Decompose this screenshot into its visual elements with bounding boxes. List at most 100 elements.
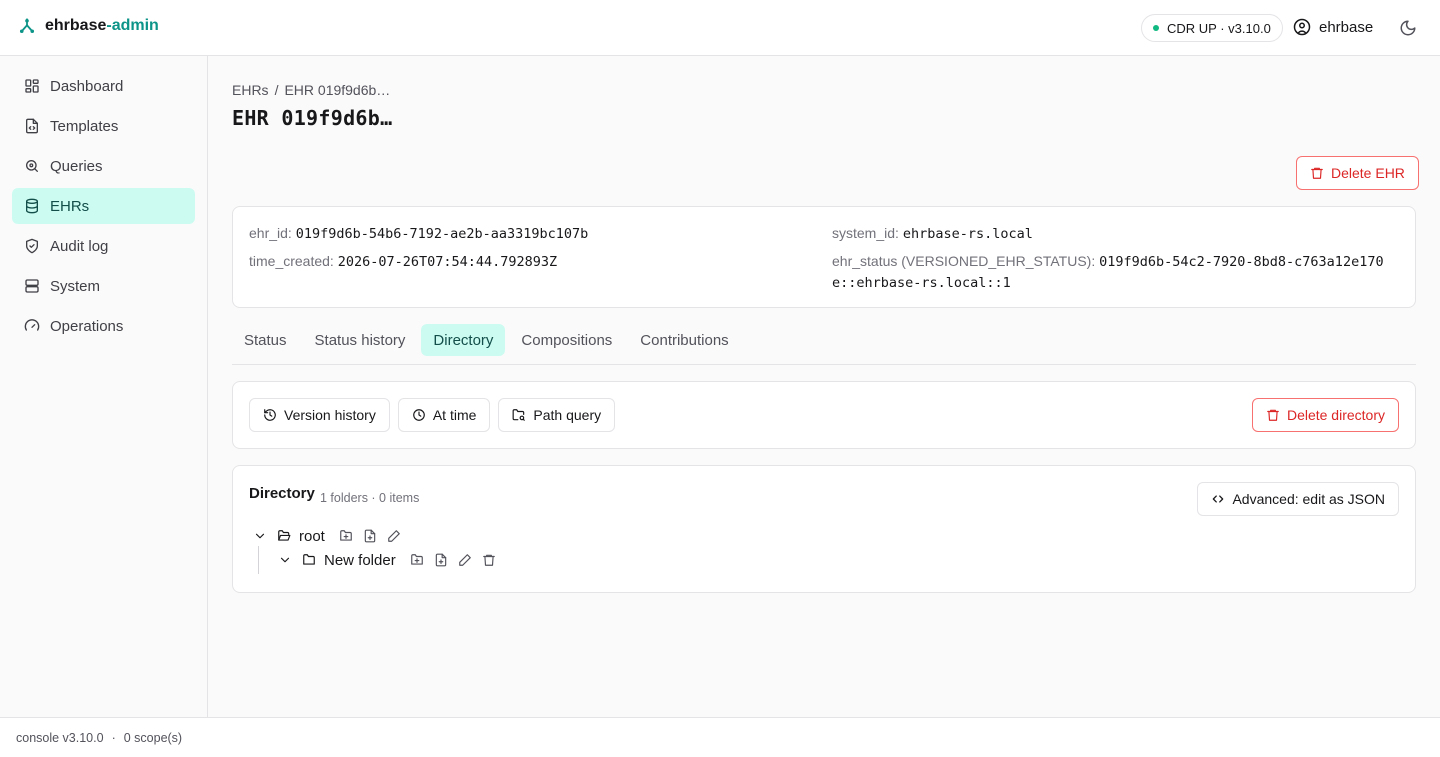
trash-icon <box>1311 167 1323 179</box>
sidebar-item-label: EHRs <box>50 197 90 215</box>
tab-contributions[interactable]: Contributions <box>628 324 740 356</box>
shield-check-icon <box>26 238 38 254</box>
footer-separator: · <box>111 730 116 745</box>
search-icon <box>26 160 38 172</box>
delete-ehr-label: Delete EHR <box>1331 165 1405 181</box>
tree-folder-label[interactable]: New folder <box>324 552 396 569</box>
database-icon <box>26 198 38 214</box>
breadcrumb-current: EHR 019f9d6b… <box>284 82 391 98</box>
ehr-id-row: ehr_id: 019f9d6b-54b6-7192-ae2b-aa3319bc… <box>249 223 588 244</box>
tree-guide-line <box>258 546 259 574</box>
at-time-label: At time <box>432 407 477 423</box>
user-menu[interactable]: ehrbase <box>1293 18 1373 36</box>
time-created-label: time_created: <box>249 253 334 269</box>
sidebar-item-dashboard[interactable]: Dashboard <box>12 68 195 104</box>
scope-count: 0 scope(s) <box>123 730 183 745</box>
sidebar-item-label: Operations <box>50 317 124 335</box>
user-name: ehrbase <box>1319 18 1374 36</box>
chevron-down-icon[interactable] <box>251 527 269 545</box>
ehr-tabs: Status Status history Directory Composit… <box>232 324 1416 365</box>
tree-folder-row: New folder <box>276 551 498 569</box>
console-version: console v3.10.0 <box>16 730 104 745</box>
clock-icon <box>412 409 425 421</box>
file-code-icon <box>26 118 38 134</box>
sidebar-item-label: Dashboard <box>50 77 124 95</box>
sidebar-item-label: Queries <box>50 157 103 175</box>
sidebar-item-ehrs[interactable]: EHRs <box>12 188 195 224</box>
version-history-label: Version history <box>284 407 376 423</box>
pencil-icon[interactable] <box>385 527 403 545</box>
time-created-value: 2026-07-26T07:54:44.792893Z <box>337 254 558 270</box>
brand-logo[interactable]: ehrbase-admin <box>18 17 159 35</box>
file-plus-icon[interactable] <box>432 551 450 569</box>
page-title: EHR 019f9d6b… <box>232 106 393 130</box>
file-plus-icon[interactable] <box>361 527 379 545</box>
folder-plus-icon[interactable] <box>337 527 355 545</box>
main-content: EHRs / EHR 019f9d6b… EHR 019f9d6b… Delet… <box>208 56 1440 717</box>
ehr-status-label: ehr_status (VERSIONED_EHR_STATUS): <box>832 253 1096 269</box>
breadcrumb-separator: / <box>274 82 279 98</box>
folder-plus-icon[interactable] <box>408 551 426 569</box>
directory-actions-card: Version history At time Path query Delet… <box>232 381 1416 449</box>
sidebar-item-system[interactable]: System <box>12 268 195 304</box>
cdr-status-badge: CDR UP · v3.10.0 <box>1141 14 1283 42</box>
directory-meta: 1 folders · 0 items <box>320 491 420 505</box>
top-bar: ehrbase-admin CDR UP · v3.10.0 ehrbase <box>0 0 1440 56</box>
history-icon <box>264 409 276 421</box>
folder-search-icon <box>512 409 526 421</box>
sidebar-item-label: Templates <box>50 117 119 135</box>
folder-open-icon <box>275 527 293 545</box>
tab-compositions[interactable]: Compositions <box>509 324 624 356</box>
directory-card: Directory 1 folders · 0 items Advanced: … <box>232 465 1416 593</box>
sidebar-item-templates[interactable]: Templates <box>12 108 195 144</box>
brand-suffix: -admin <box>106 17 159 34</box>
cdr-status-text: CDR UP · v3.10.0 <box>1167 20 1271 36</box>
trash-icon <box>1267 409 1279 421</box>
sidebar-item-label: Audit log <box>50 237 109 255</box>
delete-directory-label: Delete directory <box>1286 407 1385 423</box>
tab-status[interactable]: Status <box>232 324 299 356</box>
at-time-button[interactable]: At time <box>397 398 491 432</box>
edit-json-button[interactable]: Advanced: edit as JSON <box>1197 482 1399 516</box>
path-query-button[interactable]: Path query <box>498 398 616 432</box>
server-icon <box>25 279 39 293</box>
edit-json-label: Advanced: edit as JSON <box>1232 491 1385 507</box>
tree-root-label[interactable]: root <box>299 528 325 545</box>
sidebar: Dashboard Templates Queries EHRs Audit l… <box>0 56 208 717</box>
sidebar-item-queries[interactable]: Queries <box>12 148 195 184</box>
directory-title: Directory <box>249 485 315 502</box>
path-query-label: Path query <box>533 407 602 423</box>
ehr-id-value: 019f9d6b-54b6-7192-ae2b-aa3319bc107b <box>295 226 589 242</box>
dashboard-icon <box>25 79 39 93</box>
tree-root-row: root <box>251 527 403 545</box>
system-id-value: ehrbase-rs.local <box>902 226 1033 242</box>
network-icon <box>19 18 35 34</box>
footer: console v3.10.0 · 0 scope(s) <box>0 717 1440 757</box>
ehr-status-value: 019f9d6b-54c2-7920-8bd8-c763a12e170 <box>1099 254 1384 270</box>
time-created-row: time_created: 2026-07-26T07:54:44.792893… <box>249 251 557 272</box>
user-circle-icon <box>1293 18 1311 36</box>
delete-directory-button[interactable]: Delete directory <box>1251 398 1399 432</box>
tab-directory[interactable]: Directory <box>421 324 506 356</box>
gauge-icon <box>24 319 40 331</box>
breadcrumb: EHRs / EHR 019f9d6b… <box>232 82 390 98</box>
status-dot-icon <box>1153 25 1159 31</box>
code-icon <box>1213 495 1224 503</box>
moon-icon[interactable] <box>1399 19 1417 37</box>
breadcrumb-ehrs-link[interactable]: EHRs <box>232 82 269 98</box>
trash-icon[interactable] <box>480 551 498 569</box>
ehr-id-label: ehr_id: <box>249 225 292 241</box>
ehr-status-value-cont: e::ehrbase-rs.local::1 <box>832 275 1011 291</box>
ehr-status-row: ehr_status (VERSIONED_EHR_STATUS): 019f9… <box>832 251 1402 293</box>
version-history-button[interactable]: Version history <box>249 398 390 432</box>
sidebar-item-audit-log[interactable]: Audit log <box>12 228 195 264</box>
chevron-down-icon[interactable] <box>276 551 294 569</box>
sidebar-item-label: System <box>50 277 101 295</box>
folder-icon <box>300 551 318 569</box>
pencil-icon[interactable] <box>456 551 474 569</box>
sidebar-item-operations[interactable]: Operations <box>12 308 195 344</box>
ehr-info-card: ehr_id: 019f9d6b-54b6-7192-ae2b-aa3319bc… <box>232 206 1416 308</box>
delete-ehr-button[interactable]: Delete EHR <box>1296 156 1419 190</box>
tab-status-history[interactable]: Status history <box>303 324 418 356</box>
system-id-row: system_id: ehrbase-rs.local <box>832 223 1033 244</box>
